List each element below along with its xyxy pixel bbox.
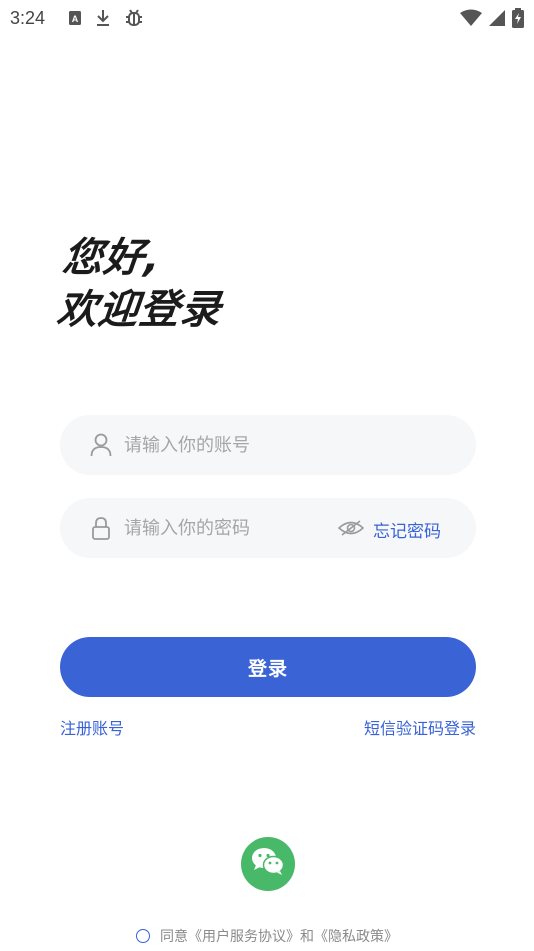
bug-icon	[124, 8, 144, 32]
a-notification-icon: A	[68, 10, 82, 30]
account-input[interactable]	[122, 433, 326, 457]
eye-closed-icon[interactable]	[337, 516, 365, 540]
password-input[interactable]	[122, 516, 326, 540]
greeting-line-1: 您好,	[60, 235, 164, 281]
wechat-login-button[interactable]	[241, 837, 295, 891]
svg-text:A: A	[72, 14, 79, 24]
greeting-line-2: 欢迎登录	[54, 287, 224, 333]
lock-icon	[90, 516, 112, 540]
forgot-password-link[interactable]: 忘记密码	[373, 517, 441, 542]
signal-icon	[488, 9, 506, 31]
status-icons-right	[460, 8, 524, 32]
agree-checkbox[interactable]	[136, 929, 150, 943]
agreement-prefix: 同意	[160, 929, 188, 945]
privacy-policy-link[interactable]: 《隐私政策》	[314, 926, 398, 946]
greeting-title: 您好, 欢迎登录	[55, 232, 230, 336]
agreement-conjunction: 和	[300, 929, 314, 945]
battery-icon	[512, 8, 524, 32]
user-agreement-link[interactable]: 《用户服务协议》	[188, 926, 300, 946]
download-icon	[96, 9, 110, 31]
register-link[interactable]: 注册账号	[60, 715, 124, 739]
status-icons-left: A	[68, 8, 144, 32]
status-time: 3:24	[10, 8, 46, 28]
status-bar: 3:24 A	[0, 0, 534, 38]
wechat-icon	[251, 847, 285, 881]
login-button[interactable]: 登录	[60, 637, 476, 697]
sms-login-link[interactable]: 短信验证码登录	[364, 715, 476, 739]
user-icon	[90, 433, 112, 457]
account-field[interactable]	[60, 415, 476, 475]
wifi-icon	[460, 9, 482, 31]
agreement-row: 同意 《用户服务协议》 和 《隐私政策》	[0, 926, 534, 946]
password-field[interactable]: 忘记密码	[60, 498, 476, 558]
